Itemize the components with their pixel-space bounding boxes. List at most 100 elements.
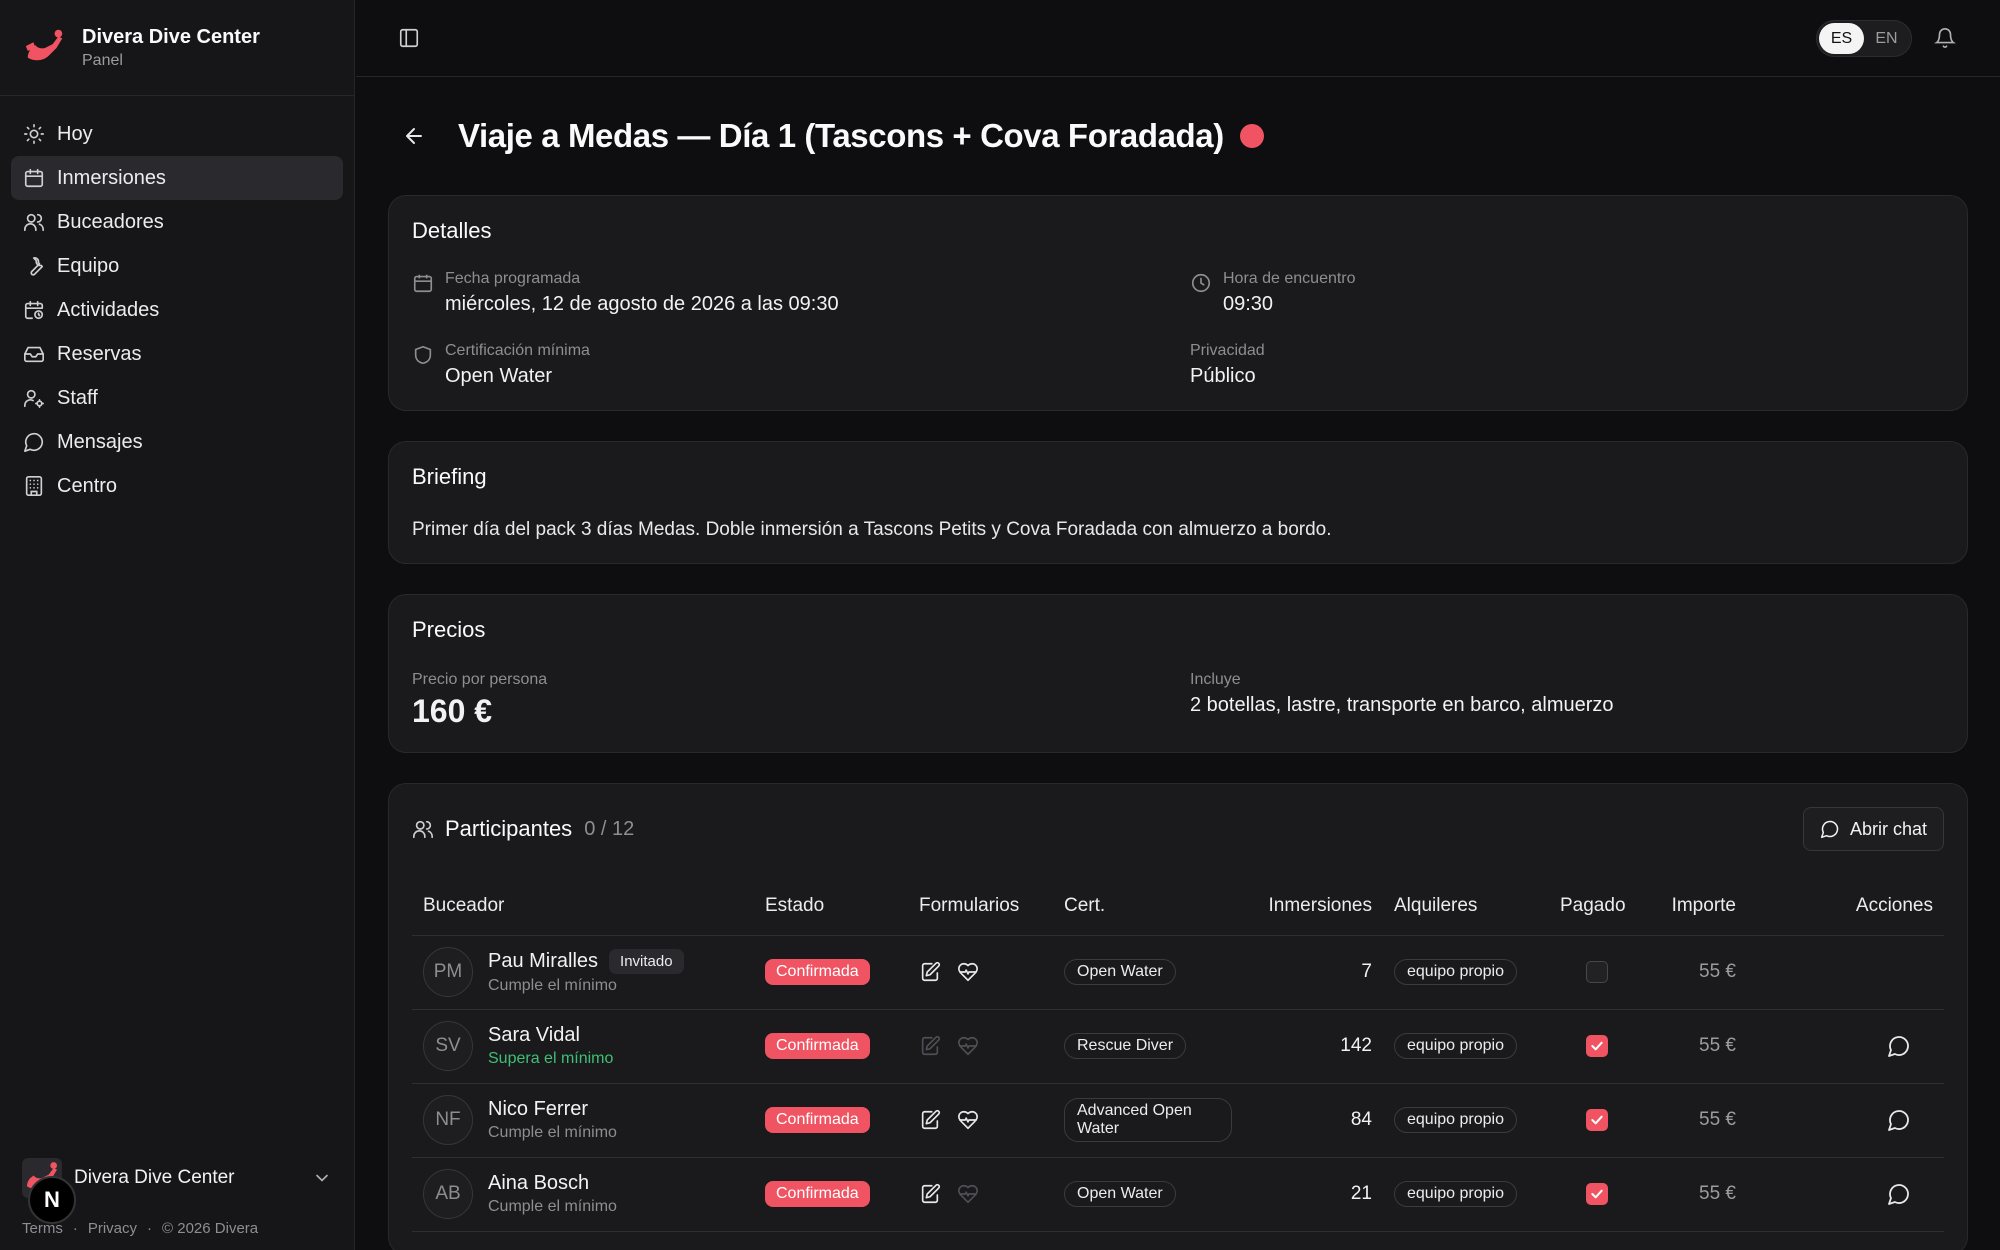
form-edit-icon[interactable]	[919, 1109, 941, 1131]
page-header: Viaje a Medas — Día 1 (Tascons + Cova Fo…	[388, 77, 1968, 195]
diver-cell: AB Aina Bosch Cumple el mínimo	[412, 1157, 754, 1232]
sidebar-item-staff[interactable]: Staff	[11, 376, 343, 420]
field-value: Open Water	[445, 365, 553, 387]
paid-cell	[1549, 1083, 1645, 1158]
actions-cell	[1747, 1083, 1944, 1158]
sidebar-toggle-icon[interactable]	[398, 27, 420, 49]
sidebar-item-actividades[interactable]: Actividades	[11, 288, 343, 332]
bell-icon[interactable]	[1934, 27, 1956, 49]
privacy-field: Privacidad Público	[1190, 342, 1944, 388]
separator: ·	[147, 1219, 153, 1237]
brand-header[interactable]: Divera Dive Center Panel	[0, 0, 354, 96]
price-field: Precio por persona 160 €	[412, 671, 1190, 730]
open-chat-button[interactable]: Abrir chat	[1802, 807, 1944, 851]
diver-name[interactable]: Aina Bosch	[488, 1172, 589, 1195]
min-cert-field: Certificación mínima Open Water	[412, 342, 1190, 388]
sidebar-item-equipo[interactable]: Equipo	[11, 244, 343, 288]
col-dives[interactable]: Inmersiones	[1243, 877, 1383, 936]
paid-cell	[1549, 1009, 1645, 1084]
forms-cell	[908, 1083, 1053, 1158]
sidebar-item-label: Buceadores	[57, 210, 164, 233]
table-row[interactable]: NF Nico Ferrer Cumple el mínimo Confirmada A…	[412, 1083, 1944, 1158]
paid-checkbox[interactable]	[1586, 961, 1608, 983]
message-icon[interactable]	[1887, 1182, 1911, 1206]
rentals-pill: equipo propio	[1394, 1107, 1517, 1133]
table-row[interactable]: PM Pau Miralles Invitado Cumple el mínimo Co…	[412, 935, 1944, 1010]
price-value: 160 €	[412, 693, 493, 729]
sidebar-item-label: Equipo	[57, 254, 120, 277]
field-label: Certificación mínima	[445, 342, 590, 359]
guest-tag: Invitado	[609, 949, 684, 974]
users-icon	[413, 820, 433, 839]
arrow-left-icon[interactable]	[402, 124, 426, 148]
diver-cell: NF Nico Ferrer Cumple el mínimo	[412, 1083, 754, 1158]
sidebar-item-label: Mensajes	[57, 430, 143, 453]
lang-en-button[interactable]: EN	[1864, 23, 1909, 54]
paid-checkbox[interactable]	[1586, 1109, 1608, 1131]
sidebar-item-centro[interactable]: Centro	[11, 464, 343, 508]
sidebar: Divera Dive Center Panel Hoy Inmersiones…	[0, 0, 355, 1250]
cert-cell: Open Water	[1053, 1157, 1243, 1232]
status-cell: Confirmada	[754, 1157, 908, 1232]
cert-requirement-text: Cumple el mínimo	[488, 1124, 617, 1141]
table-row[interactable]: AB Aina Bosch Cumple el mínimo Confirmada Op…	[412, 1157, 1944, 1232]
table-row[interactable]: SV Sara Vidal Supera el mínimo Confirmada Re…	[412, 1009, 1944, 1084]
field-label: Fecha programada	[445, 270, 581, 287]
dev-tools-badge[interactable]: N	[28, 1176, 76, 1224]
users-icon	[24, 213, 44, 232]
avatar: AB	[423, 1169, 473, 1219]
sidebar-item-buceadores[interactable]: Buceadores	[11, 200, 343, 244]
separator: ·	[72, 1219, 78, 1237]
heart-pulse-icon[interactable]	[957, 1109, 979, 1131]
sidebar-item-inmersiones[interactable]: Inmersiones	[11, 156, 343, 200]
status-badge: Confirmada	[765, 1107, 870, 1133]
forms-cell	[908, 1009, 1053, 1084]
heart-pulse-icon[interactable]	[957, 1035, 979, 1057]
field-label: Hora de encuentro	[1223, 270, 1356, 287]
participants-title: Participantes	[445, 816, 573, 841]
sidebar-item-label: Inmersiones	[57, 166, 166, 189]
field-value: Público	[1190, 365, 1256, 387]
privacy-link[interactable]: Privacy	[88, 1220, 137, 1237]
sidebar-item-mensajes[interactable]: Mensajes	[11, 420, 343, 464]
col-forms[interactable]: Formularios	[908, 877, 1053, 936]
form-edit-icon[interactable]	[919, 961, 941, 983]
lang-es-button[interactable]: ES	[1819, 23, 1864, 54]
sidebar-item-reservas[interactable]: Reservas	[11, 332, 343, 376]
col-status[interactable]: Estado	[754, 877, 908, 936]
cert-requirement-text: Cumple el mínimo	[488, 1198, 617, 1215]
form-edit-icon[interactable]	[919, 1183, 941, 1205]
calendar-icon	[413, 274, 433, 293]
message-icon[interactable]	[1887, 1108, 1911, 1132]
org-name: Divera Dive Center	[74, 1167, 235, 1188]
col-paid[interactable]: Pagado	[1549, 877, 1645, 936]
paid-checkbox[interactable]	[1586, 1035, 1608, 1057]
col-diver[interactable]: Buceador	[412, 877, 754, 936]
heart-pulse-icon[interactable]	[957, 1183, 979, 1205]
includes-field: Incluye 2 botellas, lastre, transporte e…	[1190, 671, 1944, 730]
diver-name[interactable]: Nico Ferrer	[488, 1098, 588, 1121]
message-icon	[24, 432, 44, 452]
rentals-cell: equipo propio	[1383, 1157, 1549, 1232]
copyright: © 2026 Divera	[162, 1219, 259, 1237]
col-rentals[interactable]: Alquileres	[1383, 877, 1549, 936]
heart-pulse-icon[interactable]	[957, 961, 979, 983]
field-label: Precio por persona	[412, 671, 548, 688]
diver-name[interactable]: Pau Miralles	[488, 950, 598, 973]
participants-count: 0 / 12	[584, 817, 635, 840]
participants-header: Participantes 0 / 12 Abrir chat	[412, 807, 1944, 851]
sidebar-item-hoy[interactable]: Hoy	[11, 112, 343, 156]
dives-cell: 7	[1243, 935, 1383, 1010]
message-icon[interactable]	[1887, 1034, 1911, 1058]
col-amount[interactable]: Importe	[1645, 877, 1747, 936]
amount-cell: 55 €	[1645, 935, 1747, 1010]
inbox-icon	[24, 346, 44, 363]
diver-name[interactable]: Sara Vidal	[488, 1024, 580, 1047]
cert-pill: Advanced Open Water	[1064, 1098, 1232, 1142]
sun-icon	[24, 124, 44, 144]
form-edit-icon[interactable]	[919, 1035, 941, 1057]
check-icon	[1591, 1115, 1603, 1125]
col-cert[interactable]: Cert.	[1053, 877, 1243, 936]
actions-cell	[1747, 935, 1944, 1010]
paid-checkbox[interactable]	[1586, 1183, 1608, 1205]
